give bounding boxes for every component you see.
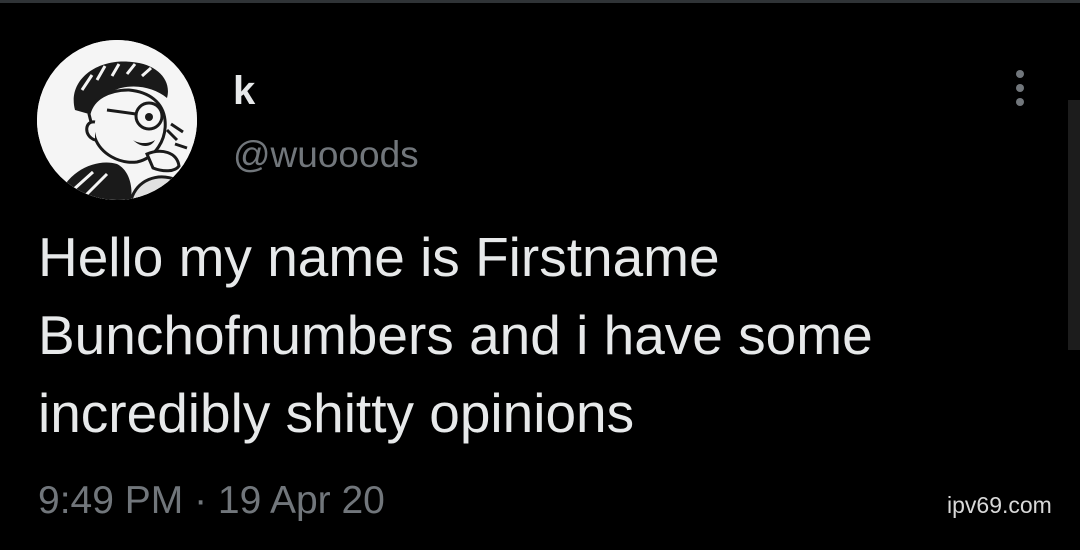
top-divider — [0, 0, 1080, 3]
scrollbar-track[interactable] — [1068, 100, 1080, 350]
more-options-button[interactable] — [1006, 66, 1034, 110]
avatar[interactable] — [37, 40, 197, 200]
anime-avatar-icon — [37, 40, 197, 200]
tweet-timestamp[interactable]: 9:49 PM · 19 Apr 20 — [38, 478, 385, 524]
watermark: ipv69.com — [947, 492, 1052, 518]
user-handle[interactable]: @wuooods — [233, 133, 419, 177]
display-name[interactable]: k — [233, 68, 255, 114]
tweet-text: Hello my name is Firstname Bunchofnumber… — [38, 226, 873, 444]
